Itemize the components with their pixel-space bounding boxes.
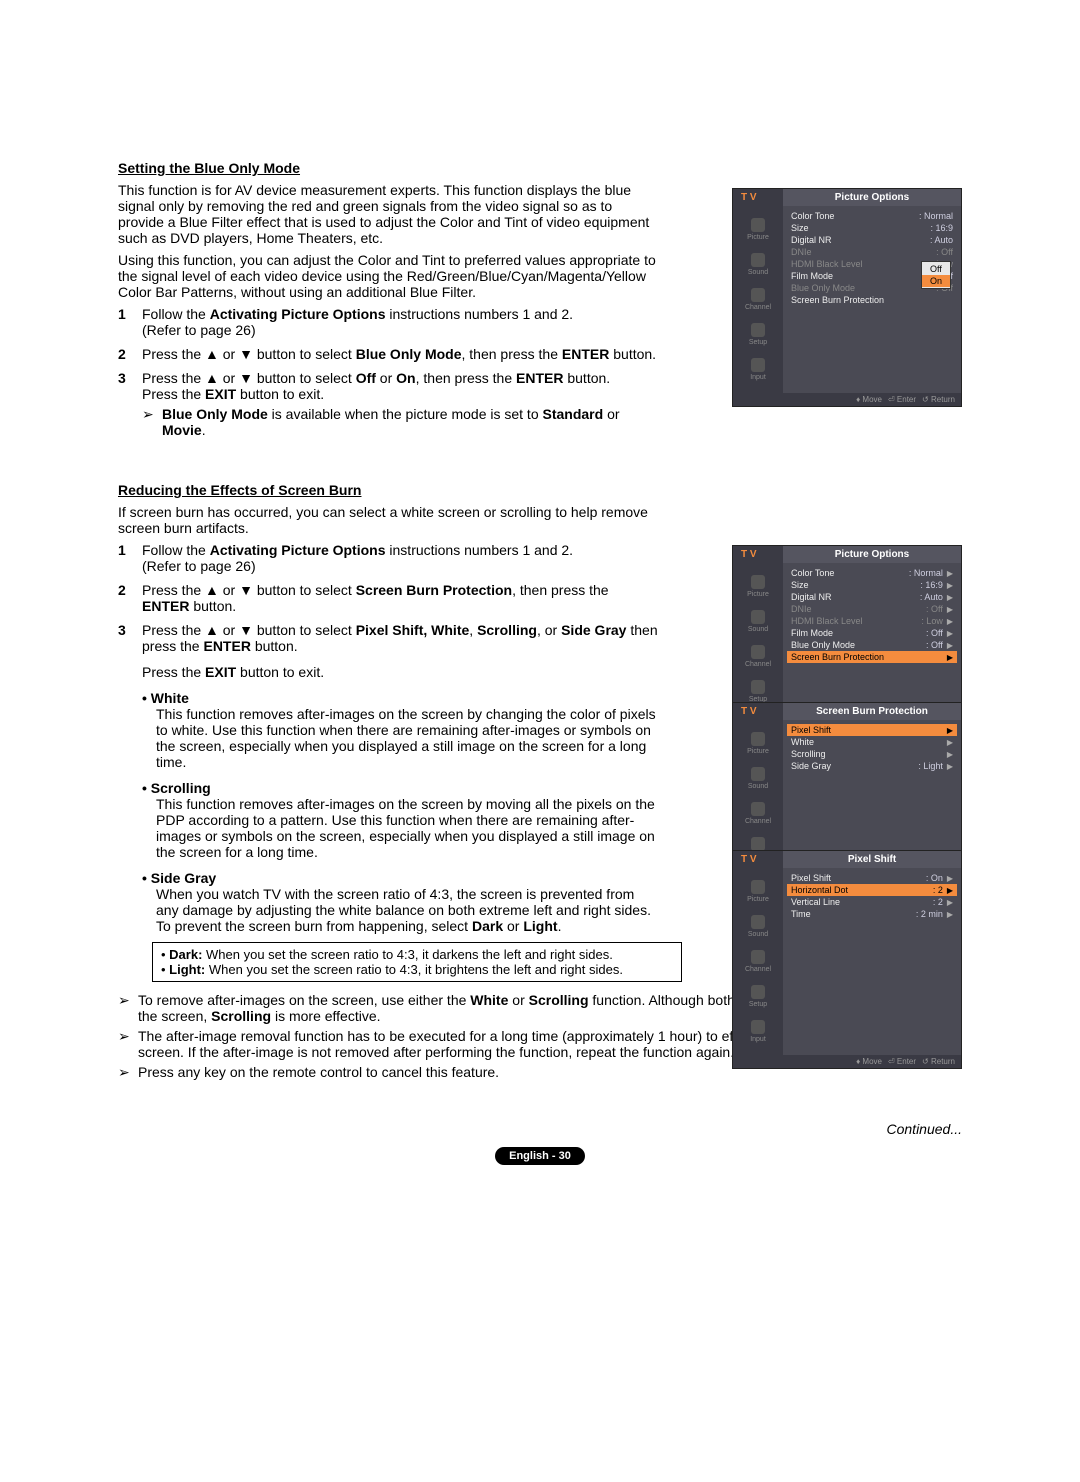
step-3: 3 Press the ▲ or ▼ button to select Pixe… (118, 622, 658, 934)
step-number: 2 (118, 346, 142, 362)
step-2: 2 Press the ▲ or ▼ button to select Blue… (118, 346, 658, 362)
feature-white-body: This function removes after-images on th… (156, 706, 658, 770)
step-1: 1 Follow the Activating Picture Options … (118, 306, 658, 338)
menu-sidebar: Picture Sound Channel Setup Input (733, 206, 783, 393)
chevron-right-icon: ▶ (947, 569, 953, 578)
feature-scrolling-header: • Scrolling (142, 780, 658, 796)
note-arrow-icon: ➢ (142, 406, 162, 438)
tv-menu-pixel-shift: T VPixel Shift Picture Sound Channel Set… (732, 850, 962, 1069)
section-title: Setting the Blue Only Mode (118, 160, 962, 176)
paragraph: Using this function, you can adjust the … (118, 252, 658, 300)
note-arrow-icon: ➢ (118, 1064, 138, 1081)
note-arrow-icon: ➢ (118, 992, 138, 1024)
dropdown-blue-only: Off On (921, 261, 951, 289)
paragraph: If screen burn has occurred, you can sel… (118, 504, 658, 536)
menu-options: Color Tone: Normal Size: 16:9 Digital NR… (783, 206, 961, 393)
section-title: Reducing the Effects of Screen Burn (118, 482, 962, 498)
step-3: 3 Press the ▲ or ▼ button to select Off … (118, 370, 658, 442)
feature-scrolling-body: This function removes after-images on th… (156, 796, 658, 860)
paragraph: This function is for AV device measureme… (118, 182, 658, 246)
step-number: 1 (118, 306, 142, 338)
tv-label: T V (733, 189, 783, 206)
continued-label: Continued... (118, 1121, 962, 1137)
step-1: 1 Follow the Activating Picture Options … (118, 542, 658, 574)
feature-sidegray-header: • Side Gray (142, 870, 658, 886)
tv-menu-picture-options-1: T VPicture Options Picture Sound Channel… (732, 188, 962, 407)
page-number: English - 30 (495, 1147, 585, 1165)
menu-title: Picture Options (783, 189, 961, 206)
menu-footer: ♦ Move⏎ Enter↺ Return (733, 393, 961, 406)
step-2: 2 Press the ▲ or ▼ button to select Scre… (118, 582, 658, 614)
page-footer: English - 30 (118, 1137, 962, 1165)
feature-sidegray-body: When you watch TV with the screen ratio … (156, 886, 658, 918)
step-number: 3 (118, 370, 142, 442)
info-box: • Dark: When you set the screen ratio to… (152, 942, 682, 982)
feature-white-header: • White (142, 690, 658, 706)
note-arrow-icon: ➢ (118, 1028, 138, 1060)
